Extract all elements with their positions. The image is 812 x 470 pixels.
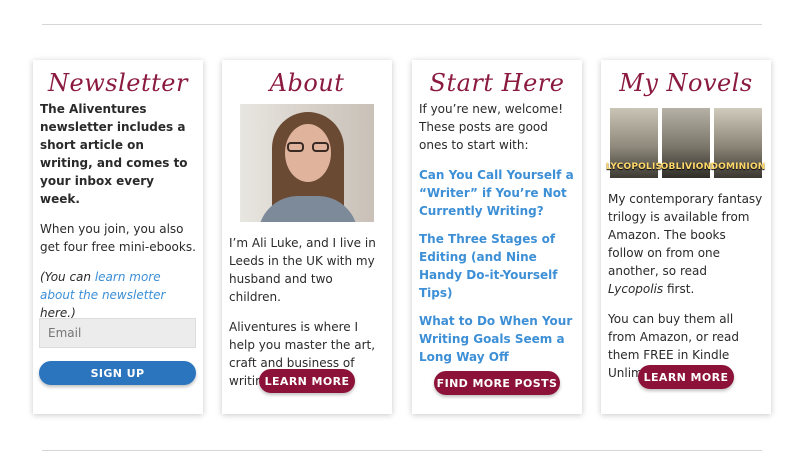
start-here-card: Start Here If you’re new, welcome! These…	[412, 60, 582, 414]
newsletter-note: (You can learn more about the newsletter…	[40, 268, 196, 322]
book-title: LYCOPOLIS	[605, 162, 663, 172]
email-input[interactable]	[39, 318, 196, 348]
book-title: OBLIVION	[660, 162, 712, 172]
top-divider	[42, 24, 762, 25]
book-cover-lycopolis[interactable]: LYCOPOLIS	[606, 108, 662, 178]
novels-desc-suffix: first.	[663, 282, 695, 296]
book-title: DOMINION	[710, 162, 766, 172]
novels-title: My Novels	[619, 69, 753, 97]
novels-desc-prefix: My contemporary fantasy trilogy is avail…	[608, 192, 763, 278]
find-more-posts-button[interactable]: FIND MORE POSTS	[434, 371, 560, 395]
novels-description: My contemporary fantasy trilogy is avail…	[608, 190, 764, 298]
newsletter-title: Newsletter	[48, 69, 188, 97]
start-here-title: Start Here	[429, 69, 565, 97]
novels-desc-em: Lycopolis	[608, 282, 664, 296]
post-link-editing[interactable]: The Three Stages of Editing (and Nine Ha…	[419, 230, 575, 302]
novels-learn-more-button[interactable]: LEARN MORE	[638, 365, 734, 389]
book-cover-oblivion[interactable]: OBLIVION	[660, 108, 712, 178]
sign-up-button[interactable]: SIGN UP	[39, 361, 196, 385]
about-card: About I’m Ali Luke, and I live in Leeds …	[222, 60, 392, 414]
post-link-writer[interactable]: Can You Call Yourself a “Writer” if You’…	[419, 166, 575, 220]
newsletter-intro: The Aliventures newsletter includes a sh…	[40, 102, 188, 206]
about-title: About	[269, 69, 345, 97]
bottom-divider	[42, 450, 762, 451]
about-learn-more-button[interactable]: LEARN MORE	[259, 369, 355, 393]
newsletter-join-text: When you join, you also get four free mi…	[40, 222, 196, 254]
note-prefix: (You can	[40, 270, 95, 284]
start-here-intro: If you’re new, welcome! These posts are …	[419, 102, 564, 152]
newsletter-card: Newsletter The Aliventures newsletter in…	[33, 60, 203, 414]
author-photo	[240, 104, 374, 222]
book-cover-dominion[interactable]: DOMINION	[710, 108, 765, 178]
novels-card: My Novels LYCOPOLIS OBLIVION DOMINION My…	[601, 60, 771, 414]
about-bio: I’m Ali Luke, and I live in Leeds in the…	[229, 236, 376, 304]
book-covers: LYCOPOLIS OBLIVION DOMINION	[601, 108, 771, 178]
post-link-goals[interactable]: What to Do When Your Writing Goals Seem …	[419, 312, 575, 366]
